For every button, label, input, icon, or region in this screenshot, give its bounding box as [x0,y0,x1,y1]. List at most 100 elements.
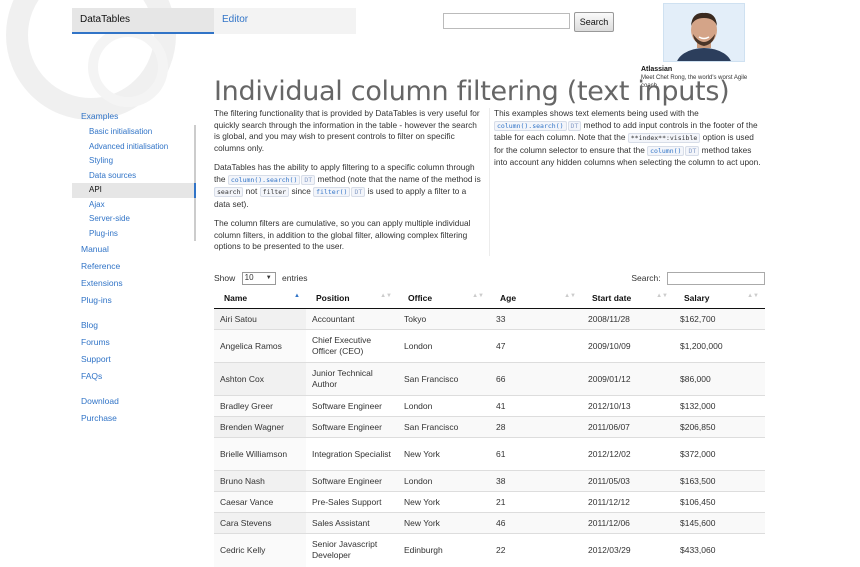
sidebar-item-faqs[interactable]: FAQs [72,368,196,385]
sort-ascending-icon: ▲ [294,293,300,299]
sidebar-subitem-styling[interactable]: Styling [72,154,196,169]
table-cell: London [398,470,490,492]
column-header-office[interactable]: Office ▲▼ [398,288,490,309]
sort-both-icon: ▲▼ [747,293,759,299]
table-row[interactable]: Bruno Nash Software Engineer London 38 2011/… [214,470,765,492]
sidebar-subitem-api[interactable]: API [72,183,196,198]
sidebar-subitem-basic-initialisation[interactable]: Basic initialisation [72,125,196,140]
sidebar-item-forums[interactable]: Forums [72,334,196,351]
table-cell: Caesar Vance [214,491,306,513]
table-cell: Airi Satou [214,308,306,330]
employees-table: Name ▲ Position ▲▼ Office ▲▼ Age ▲▼ Start da… [214,288,765,567]
tab-datatables[interactable]: DataTables [72,8,214,34]
table-cell: 2009/01/12 [582,362,674,396]
table-cell: $372,000 [674,437,765,471]
page-title: Individual column filtering (text inputs… [214,76,730,107]
sort-both-icon: ▲▼ [380,293,392,299]
table-cell: Sales Assistant [306,512,398,534]
sidebar-subitem-ajax[interactable]: Ajax [72,197,196,212]
sidebar: Examples Basic initialisation Advanced i… [72,108,196,427]
intro-paragraph-1: The filtering functionality that is prov… [214,108,480,153]
column-header-position[interactable]: Position ▲▼ [306,288,398,309]
table-cell: Tokyo [398,308,490,330]
table-row[interactable]: Brielle Williamson Integration Specialist… [214,437,765,471]
sidebar-subitem-advanced-initialisation[interactable]: Advanced initialisation [72,139,196,154]
dt-badge: DT [301,174,316,185]
table-cell: Junior Technical Author [306,362,398,396]
sidebar-item-extensions[interactable]: Extensions [72,275,196,292]
sidebar-item-plug-ins[interactable]: Plug-ins [72,292,196,309]
sidebar-item-reference[interactable]: Reference [72,258,196,275]
table-row[interactable]: Cara Stevens Sales Assistant New York 46 201… [214,512,765,534]
api-link-column-search[interactable]: column().search() [227,174,301,185]
table-cell: Brielle Williamson [214,437,306,471]
sidebar-item-blog[interactable]: Blog [72,317,196,334]
table-row[interactable]: Bradley Greer Software Engineer London 41 20… [214,395,765,417]
table-cell: New York [398,512,490,534]
intro-text: method (note that the name of the method… [317,173,481,184]
column-header-label: Salary [684,293,710,303]
intro-right-column: This examples shows text elements being … [494,108,764,177]
table-cell: Chief Executive Officer (CEO) [306,329,398,363]
table-cell: Brenden Wagner [214,416,306,438]
tab-editor[interactable]: Editor [214,8,356,34]
table-cell: 46 [490,512,582,534]
code-filter: filter [259,187,290,197]
table-row[interactable]: Brenden Wagner Software Engineer San Franc… [214,416,765,438]
api-link-column[interactable]: column() [647,145,685,156]
intro-text: This examples shows text elements being … [494,108,699,118]
table-row[interactable]: Airi Satou Accountant Tokyo 33 2008/11/28 $16… [214,308,765,330]
api-link-column-search[interactable]: column().search() [494,120,567,131]
site-search-button[interactable]: Search [574,12,614,32]
table-cell: Angelica Ramos [214,329,306,363]
table-cell: $206,850 [674,416,765,438]
table-cell: $162,700 [674,308,765,330]
column-divider [489,108,490,256]
sidebar-item-support[interactable]: Support [72,351,196,368]
column-header-start-date[interactable]: Start date ▲▼ [582,288,674,309]
ad-title[interactable]: Atlassian [641,66,672,73]
table-header-row: Name ▲ Position ▲▼ Office ▲▼ Age ▲▼ Start da… [214,288,765,309]
table-cell: Cara Stevens [214,512,306,534]
api-link-filter[interactable]: filter() [313,187,351,197]
dt-badge: DT [685,145,700,156]
sort-both-icon: ▲▼ [564,293,576,299]
table-cell: Software Engineer [306,395,398,417]
sidebar-item-examples[interactable]: Examples [72,108,196,125]
table-cell: 22 [490,533,582,567]
column-header-age[interactable]: Age ▲▼ [490,288,582,309]
table-cell: 2008/11/28 [582,308,674,330]
sidebar-item-manual[interactable]: Manual [72,241,196,258]
table-cell: Accountant [306,308,398,330]
sidebar-item-download[interactable]: Download [72,393,196,410]
chevron-down-icon: ▼ [265,275,272,281]
sidebar-subitem-server-side[interactable]: Server-side [72,212,196,227]
table-row[interactable]: Ashton Cox Junior Technical Author San Fra… [214,362,765,396]
sidebar-subitem-plug-ins[interactable]: Plug-ins [72,226,196,241]
site-search-input[interactable] [443,13,570,29]
column-header-salary[interactable]: Salary ▲▼ [674,288,765,309]
table-search-input[interactable] [667,272,765,285]
table-cell: $163,500 [674,470,765,492]
sidebar-subitem-data-sources[interactable]: Data sources [72,168,196,183]
ad-image[interactable] [663,3,745,62]
table-cell: $86,000 [674,362,765,396]
table-cell: $132,000 [674,395,765,417]
table-cell: 2011/06/07 [582,416,674,438]
column-header-name[interactable]: Name ▲ [214,288,306,309]
table-cell: San Francisco [398,416,490,438]
table-cell: New York [398,437,490,471]
sidebar-item-purchase[interactable]: Purchase [72,410,196,427]
table-row[interactable]: Caesar Vance Pre-Sales Support New York 21 2… [214,491,765,513]
table-cell: $433,060 [674,533,765,567]
intro-paragraph-2: DataTables has the ability to apply filt… [214,162,484,210]
table-cell: 28 [490,416,582,438]
dt-badge: DT [567,120,582,131]
intro-paragraph-3: The column filters are cumulative, so yo… [214,218,471,251]
table-cell: Edinburgh [398,533,490,567]
intro-text: since [291,186,311,196]
table-row[interactable]: Angelica Ramos Chief Executive Officer (C… [214,329,765,363]
table-row[interactable]: Cedric Kelly Senior Javascript Developer E… [214,533,765,567]
page-length-select[interactable]: 10 ▼ [241,272,276,285]
table-cell: Ashton Cox [214,362,306,396]
